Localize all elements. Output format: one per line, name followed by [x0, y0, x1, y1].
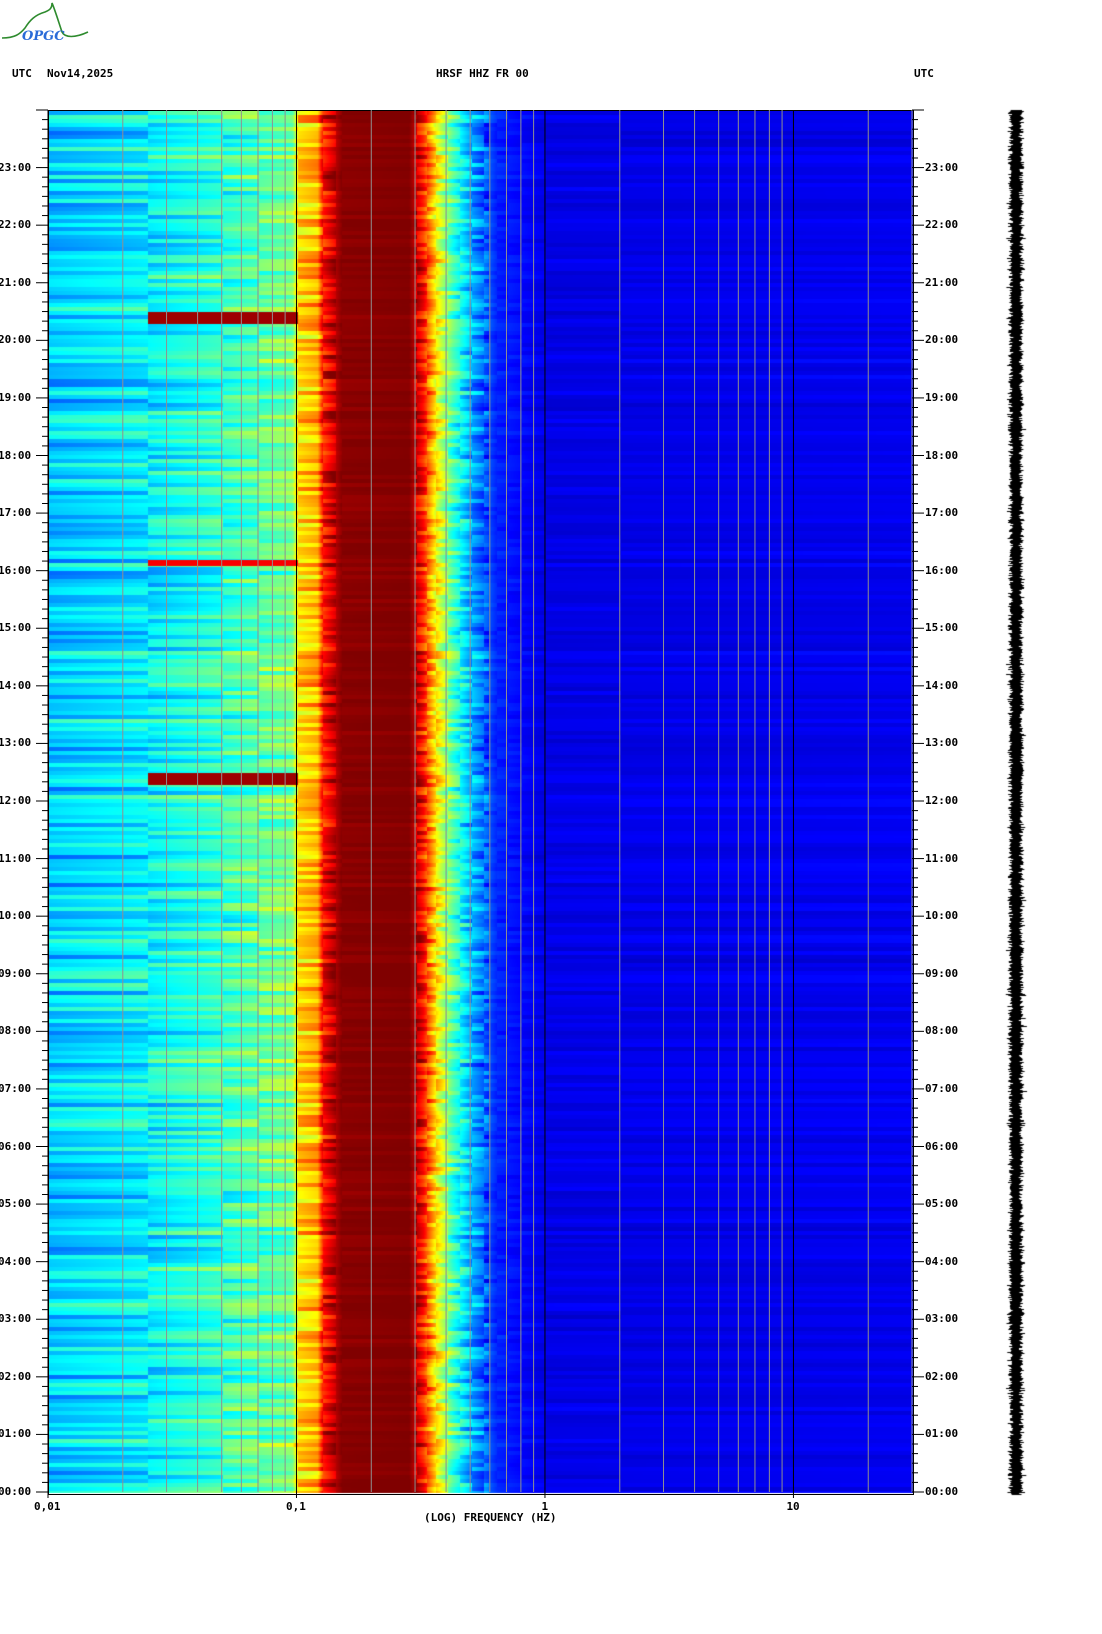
y-tick-label-right: 19:00: [925, 390, 959, 404]
y-tick-label-left: 01:00: [0, 1427, 32, 1441]
x-tick-label: 10: [786, 1500, 800, 1513]
y-tick-label-right: 10:00: [925, 909, 959, 923]
y-tick-label-right: 02:00: [925, 1369, 959, 1383]
y-tick-label-right: 05:00: [925, 1197, 959, 1211]
y-tick-label-left: 09:00: [0, 966, 32, 980]
y-tick-label-left: 06:00: [0, 1139, 32, 1153]
y-tick-label-right: 13:00: [925, 736, 959, 750]
y-tick-label-right: 15:00: [925, 621, 959, 635]
seismogram-trace: [990, 105, 1050, 1497]
y-tick-label-left: 17:00: [0, 506, 32, 520]
y-tick-label-right: 12:00: [925, 794, 959, 807]
y-tick-label-right: 20:00: [925, 333, 959, 347]
y-tick-label-right: 04:00: [925, 1254, 959, 1268]
y-tick-label-right: 22:00: [925, 218, 959, 232]
y-tick-label-right: 21:00: [925, 275, 959, 289]
y-tick-label-right: 07:00: [925, 1081, 959, 1095]
y-tick-label-left: 05:00: [0, 1197, 32, 1211]
y-tick-label-left: 19:00: [0, 390, 32, 404]
y-tick-label-left: 02:00: [0, 1369, 32, 1383]
x-tick-label: 0,01: [34, 1500, 61, 1513]
y-tick-label-left: 03:00: [0, 1312, 32, 1326]
y-tick-label-right: 17:00: [925, 506, 959, 520]
y-tick-label-left: 04:00: [0, 1254, 32, 1268]
y-tick-label-left: 11:00: [0, 851, 32, 865]
y-tick-label-right: 09:00: [925, 966, 959, 980]
y-tick-label-right: 00:00: [925, 1485, 959, 1498]
y-tick-label-left: 16:00: [0, 563, 32, 577]
y-tick-label-left: 00:00: [0, 1485, 32, 1498]
y-tick-label-right: 01:00: [925, 1427, 959, 1441]
y-tick-label-right: 18:00: [925, 448, 959, 462]
y-tick-label-right: 06:00: [925, 1139, 959, 1153]
y-tick-label-left: 14:00: [0, 678, 32, 692]
y-tick-label-left: 21:00: [0, 275, 32, 289]
y-tick-label-left: 08:00: [0, 1024, 32, 1038]
y-tick-label-left: 13:00: [0, 736, 32, 750]
y-tick-label-right: 08:00: [925, 1024, 959, 1038]
chart-axes: [36, 109, 924, 1498]
y-tick-label-right: 11:00: [925, 851, 959, 865]
y-tick-label-left: 07:00: [0, 1081, 32, 1095]
y-tick-label-left: 20:00: [0, 333, 32, 347]
y-tick-label-left: 23:00: [0, 160, 32, 174]
y-tick-label-right: 23:00: [925, 160, 959, 174]
y-tick-label-right: 03:00: [925, 1312, 959, 1326]
y-tick-label-left: 10:00: [0, 909, 32, 923]
x-axis-title: (LOG) FREQUENCY (HZ): [424, 1511, 557, 1524]
y-tick-label-left: 15:00: [0, 621, 32, 635]
y-tick-label-left: 18:00: [0, 448, 32, 462]
y-tick-label-right: 16:00: [925, 563, 959, 577]
x-tick-label: 0,1: [285, 1500, 306, 1513]
y-tick-label-right: 14:00: [925, 678, 959, 692]
y-tick-label-left: 12:00: [0, 794, 32, 807]
y-tick-label-left: 22:00: [0, 218, 32, 232]
